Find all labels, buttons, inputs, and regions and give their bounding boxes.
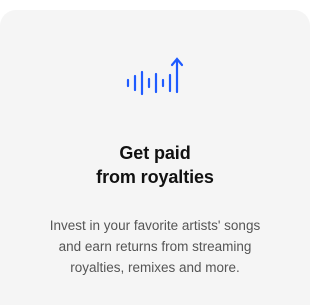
feature-card: Get paid from royalties Invest in your f… [0,10,310,305]
card-description-line-1: Invest in your favorite artists' songs [49,218,261,233]
card-title-line-1: Get paid [119,143,191,163]
card-description-line-2: and earn returns from streaming [58,239,252,254]
card-title-line-2: from royalties [96,167,214,187]
card-description: Invest in your favorite artists' songs a… [0,215,310,278]
card-description-line-3: royalties, remixes and more. [70,260,240,275]
card-title: Get paid from royalties [0,141,310,189]
sound-wave-arrow-up-icon [120,54,192,100]
